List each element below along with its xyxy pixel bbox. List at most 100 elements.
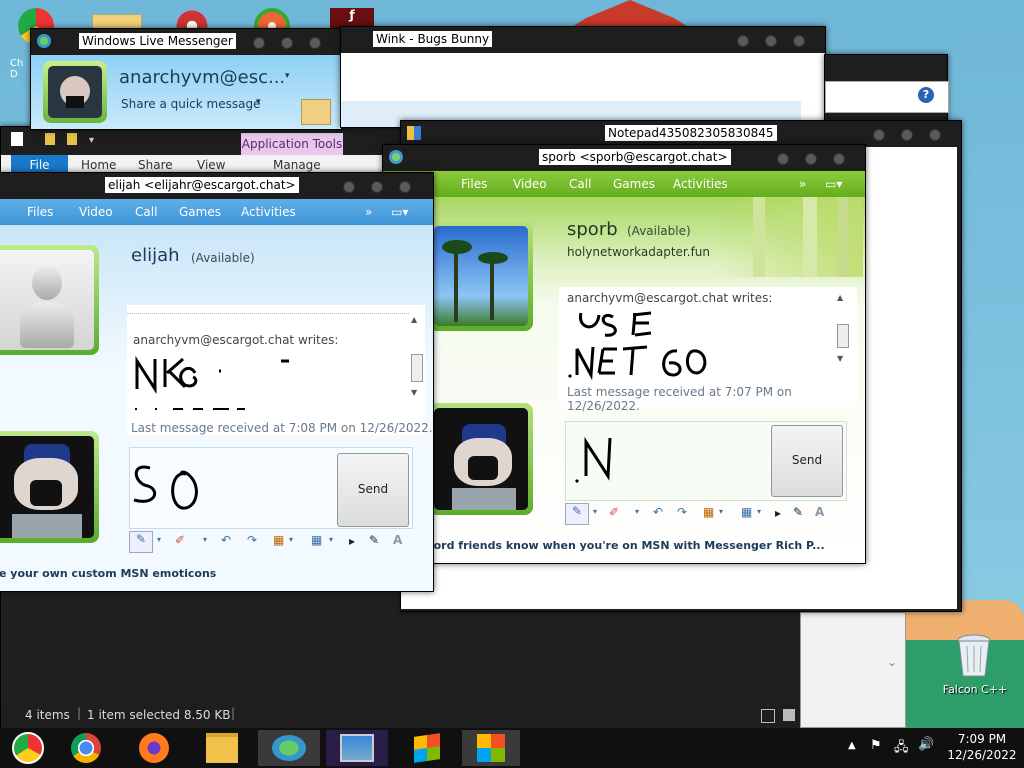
minimize-button[interactable] (737, 35, 749, 47)
chrome-canary-taskbar-icon[interactable] (0, 730, 56, 766)
send-button[interactable]: Send (337, 453, 409, 527)
ad-banner-text[interactable]: e your own custom MSN emoticons (0, 567, 419, 580)
flag-icon[interactable]: ⚑ (870, 738, 882, 753)
grid-dropdown-icon[interactable]: ▾ (757, 507, 761, 516)
folder-qa-icon[interactable] (45, 133, 55, 145)
status-dropdown-icon[interactable]: ▾ (285, 71, 290, 81)
self-avatar[interactable] (0, 431, 99, 543)
pen-dropdown-icon[interactable]: ▾ (157, 535, 161, 544)
redo-icon[interactable]: ↷ (677, 505, 687, 519)
pen-dropdown-icon[interactable]: ▾ (593, 507, 597, 516)
contact-avatar[interactable] (0, 245, 99, 355)
undo-icon[interactable]: ↶ (221, 533, 231, 547)
more-chevron-icon[interactable]: » (799, 177, 806, 191)
close-button[interactable] (833, 153, 845, 165)
layout-menu-icon[interactable]: ▭▾ (391, 205, 408, 219)
minimize-button[interactable] (253, 37, 265, 49)
close-button[interactable] (929, 129, 941, 141)
color-grid-icon[interactable]: ▦ (273, 533, 284, 547)
conversation-scrollbar[interactable]: ▲ ▼ (411, 315, 423, 411)
menu-games[interactable]: Games (613, 177, 655, 191)
large-icons-view-icon[interactable] (783, 709, 795, 721)
undo-icon[interactable]: ↶ (653, 505, 663, 519)
volume-icon[interactable]: 🔊 (918, 737, 934, 752)
clock[interactable]: 7:09 PM 12/26/2022 (944, 731, 1020, 763)
file-explorer-taskbar-icon[interactable] (194, 730, 250, 766)
redo-icon[interactable]: ↷ (247, 533, 257, 547)
maximize-button[interactable] (765, 35, 777, 47)
more-tools-icon[interactable]: ▸ (349, 534, 355, 548)
windows-flag-taskbar-icon[interactable] (396, 730, 458, 766)
user-avatar[interactable] (43, 61, 107, 123)
contact-name[interactable]: sporb (567, 219, 618, 240)
menu-call[interactable]: Call (569, 177, 591, 191)
eraser-dropdown-icon[interactable]: ▾ (635, 507, 639, 516)
maximize-button[interactable] (281, 37, 293, 49)
tab-manage[interactable]: Manage (273, 158, 321, 172)
color-grid-icon[interactable]: ▦ (703, 505, 714, 519)
ad-banner-text[interactable]: our Discord friends know when you're on … (383, 539, 859, 552)
color-dropdown-icon[interactable]: ▾ (289, 535, 293, 544)
folder2-qa-icon[interactable] (67, 133, 77, 145)
menu-files[interactable]: Files (461, 177, 487, 191)
menu-files[interactable]: Files (27, 205, 53, 219)
ink-mode-icon[interactable]: ✎ (369, 533, 379, 547)
maximize-button[interactable] (371, 181, 383, 193)
menu-activities[interactable]: Activities (673, 177, 728, 191)
quick-access-chevron-icon[interactable]: ▾ (89, 135, 94, 146)
close-button[interactable] (793, 35, 805, 47)
menu-video[interactable]: Video (513, 177, 547, 191)
personal-message-input[interactable]: Share a quick message (121, 97, 260, 111)
layout-menu-icon[interactable]: ▭▾ (825, 177, 842, 191)
minimize-button[interactable] (873, 129, 885, 141)
show-hidden-icons-icon[interactable]: ▲ (848, 740, 856, 751)
user-display-name[interactable]: anarchyvm@esc... (119, 67, 285, 88)
grid-icon[interactable]: ▦ (741, 505, 752, 519)
recycle-bin-icon[interactable] (956, 634, 992, 678)
help-icon[interactable]: ? (918, 87, 934, 103)
tab-view[interactable]: View (197, 158, 225, 172)
contact-avatar[interactable] (429, 221, 533, 331)
send-button[interactable]: Send (771, 425, 843, 497)
network-icon[interactable]: 🖧 (894, 738, 909, 760)
close-button[interactable] (309, 37, 321, 49)
text-mode-icon[interactable]: A (815, 505, 824, 519)
ink-mode-icon[interactable]: ✎ (793, 505, 803, 519)
tab-home[interactable]: Home (81, 158, 116, 172)
grid-dropdown-icon[interactable]: ▾ (329, 535, 333, 544)
whats-new-icon[interactable] (301, 99, 331, 125)
close-button[interactable] (399, 181, 411, 193)
maximize-button[interactable] (805, 153, 817, 165)
menu-games[interactable]: Games (179, 205, 221, 219)
self-avatar[interactable] (429, 403, 533, 515)
minimize-button[interactable] (777, 153, 789, 165)
conversation-history[interactable]: anarchyvm@escargot.chat writes: ▲ ▼ Last… (127, 305, 433, 435)
conversation-history[interactable]: anarchyvm@escargot.chat writes: ▲ ▼ Last… (559, 287, 857, 413)
pen-tool-icon[interactable]: ✎ (565, 503, 589, 525)
eraser-icon[interactable]: ✐ (609, 505, 619, 519)
chrome-taskbar-icon[interactable] (58, 730, 114, 766)
maximize-button[interactable] (901, 129, 913, 141)
details-view-icon[interactable] (761, 709, 775, 723)
text-mode-icon[interactable]: A (393, 533, 402, 547)
menu-activities[interactable]: Activities (241, 205, 296, 219)
firefox-taskbar-icon[interactable] (126, 730, 182, 766)
more-tools-icon[interactable]: ▸ (775, 506, 781, 520)
more-chevron-icon[interactable]: » (365, 205, 372, 219)
minimize-button[interactable] (343, 181, 355, 193)
menu-call[interactable]: Call (135, 205, 157, 219)
messenger-taskbar-icon[interactable] (258, 730, 320, 766)
eraser-icon[interactable]: ✐ (175, 533, 185, 547)
pen-tool-icon[interactable]: ✎ (129, 531, 153, 553)
notepad-taskbar-icon[interactable] (462, 730, 520, 766)
color-dropdown-icon[interactable]: ▾ (719, 507, 723, 516)
chevron-down-icon[interactable]: ⌄ (887, 655, 897, 669)
photo-app-taskbar-icon[interactable] (326, 730, 388, 766)
conversation-scrollbar[interactable]: ▲ ▼ (837, 293, 849, 373)
eraser-dropdown-icon[interactable]: ▾ (203, 535, 207, 544)
contact-name[interactable]: elijah (131, 245, 180, 266)
tab-share[interactable]: Share (138, 158, 173, 172)
psm-dropdown-icon[interactable]: ▾ (256, 97, 261, 107)
menu-video[interactable]: Video (79, 205, 113, 219)
grid-icon[interactable]: ▦ (311, 533, 322, 547)
